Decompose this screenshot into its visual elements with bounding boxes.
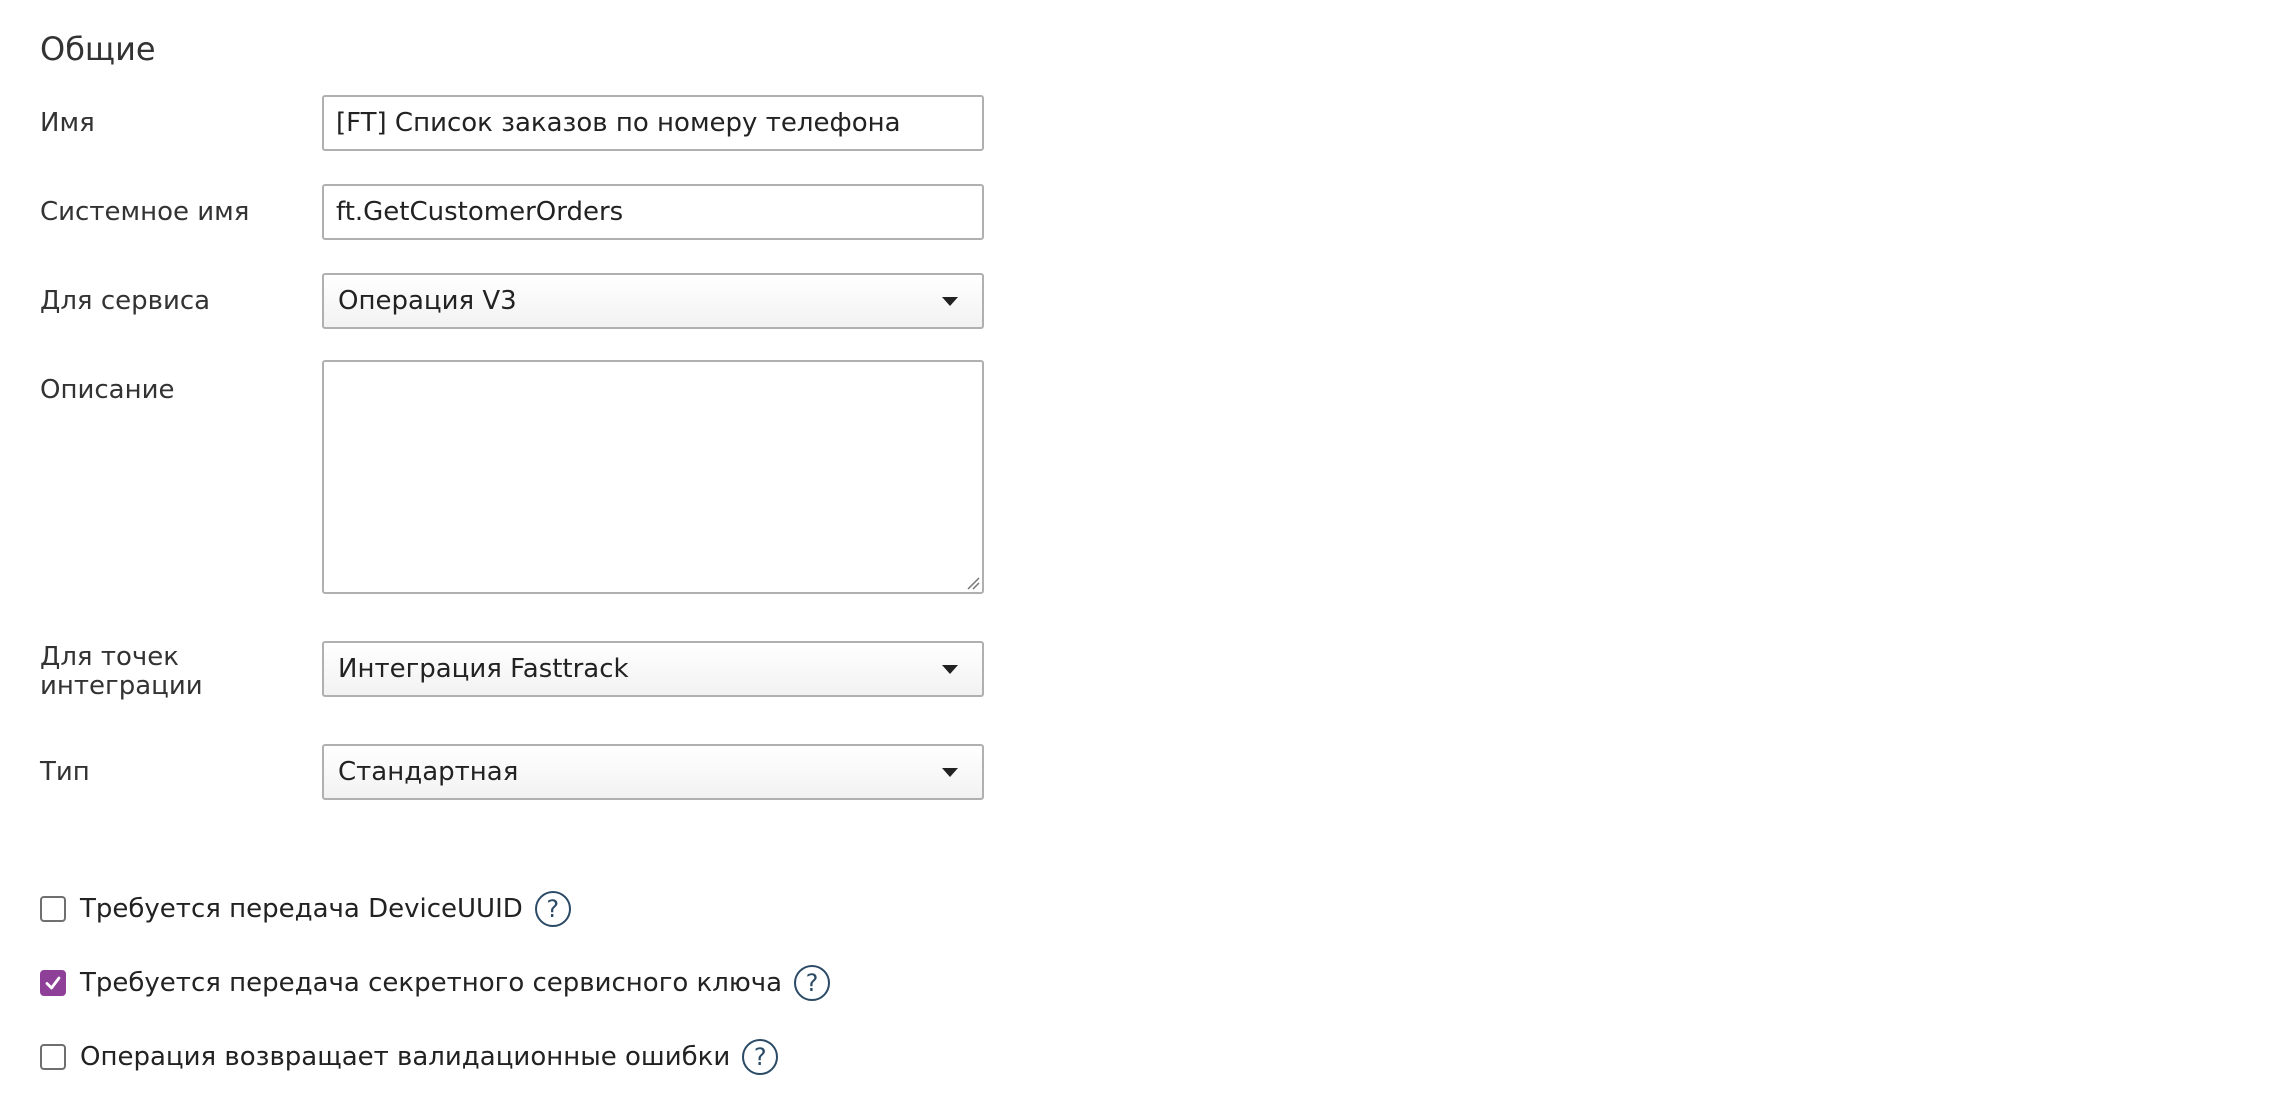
checkbox-row-secret-key[interactable]: Требуется передача секретного сервисного…	[40, 963, 831, 1003]
integration-points-label: Для точек интеграции	[40, 643, 203, 701]
service-select[interactable]: Операция V3	[322, 273, 984, 329]
service-select-value: Операция V3	[338, 286, 517, 316]
system-name-input[interactable]: ft.GetCustomerOrders	[322, 184, 984, 240]
integration-points-label-line2: интеграции	[40, 671, 203, 701]
checkmark-icon	[45, 976, 61, 990]
type-select-value: Стандартная	[338, 757, 519, 787]
help-icon[interactable]: ?	[742, 1039, 779, 1075]
system-name-label: Системное имя	[40, 197, 250, 227]
secret-key-checkbox[interactable]	[40, 970, 66, 996]
description-textarea[interactable]	[322, 360, 984, 594]
system-name-input-value: ft.GetCustomerOrders	[336, 197, 624, 227]
general-settings-form: Общие Имя [FT] Список заказов по номеру …	[0, 0, 2274, 1114]
secret-key-checkbox-label: Требуется передача секретного сервисного…	[80, 968, 783, 998]
section-title: Общие	[40, 30, 156, 68]
chevron-down-icon	[942, 297, 958, 306]
integration-points-select-value: Интеграция Fasttrack	[338, 654, 629, 684]
checkbox-row-device-uuid[interactable]: Требуется передача DeviceUUID ?	[40, 889, 571, 929]
validation-errors-checkbox[interactable]	[40, 1044, 66, 1070]
device-uuid-checkbox[interactable]	[40, 896, 66, 922]
service-label: Для сервиса	[40, 286, 211, 316]
checkbox-row-validation-errors[interactable]: Операция возвращает валидационные ошибки…	[40, 1037, 779, 1077]
name-label: Имя	[40, 108, 95, 138]
help-icon[interactable]: ?	[534, 891, 571, 927]
validation-errors-checkbox-label: Операция возвращает валидационные ошибки	[80, 1042, 731, 1072]
device-uuid-checkbox-label: Требуется передача DeviceUUID	[80, 894, 523, 924]
chevron-down-icon	[942, 768, 958, 777]
integration-points-select[interactable]: Интеграция Fasttrack	[322, 641, 984, 697]
description-label: Описание	[40, 375, 175, 405]
name-input[interactable]: [FT] Список заказов по номеру телефона	[322, 95, 984, 151]
help-icon[interactable]: ?	[794, 965, 831, 1001]
type-label: Тип	[40, 757, 90, 787]
integration-points-label-line1: Для точек	[40, 642, 179, 672]
name-input-value: [FT] Список заказов по номеру телефона	[336, 108, 901, 138]
resize-grip-icon[interactable]	[964, 574, 980, 590]
chevron-down-icon	[942, 665, 958, 674]
type-select[interactable]: Стандартная	[322, 744, 984, 800]
